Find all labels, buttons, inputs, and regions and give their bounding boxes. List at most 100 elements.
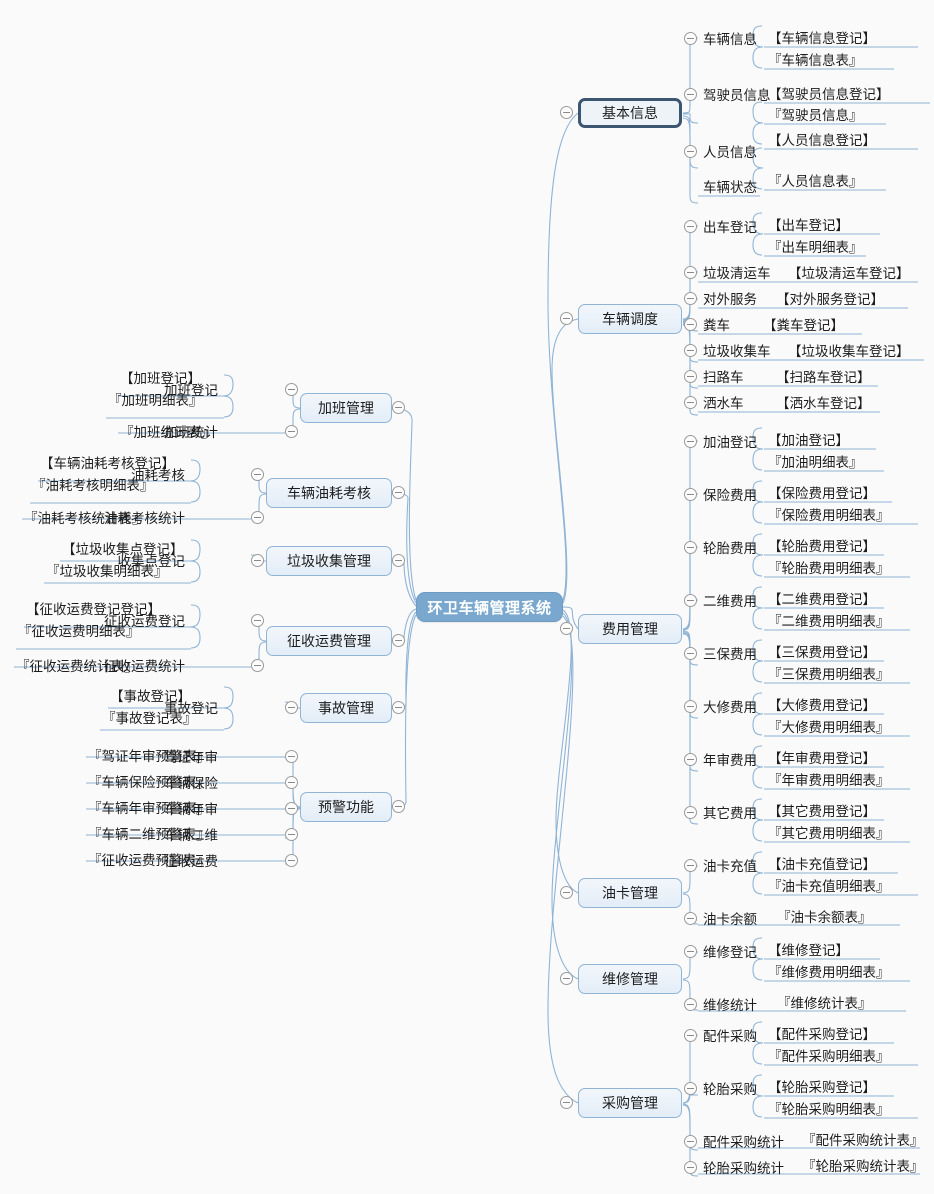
node-轮胎采购统计[interactable]: 轮胎采购统计 [701,1157,786,1177]
leaf-洒水车登记[interactable]: 【洒水车登记】 [774,392,873,412]
branch-车辆调度[interactable]: 车辆调度 [578,304,682,334]
leaf-油卡余额表[interactable]: 『油卡余额表』 [775,906,874,926]
leaf-二维费用明细表[interactable]: 『二维费用明细表』 [766,610,892,630]
toggle-扫路车[interactable] [684,370,697,383]
toggle-轮胎采购统计[interactable] [684,1161,697,1174]
leaf-驾驶员信息[interactable]: 『驾驶员信息』 [766,104,865,124]
toggle-车辆年审[interactable] [285,802,298,815]
leaf-大修费用明细表[interactable]: 『大修费用明细表』 [766,716,892,736]
leaf-三保费用明细表[interactable]: 『三保费用明细表』 [766,663,892,683]
toggle-粪车[interactable] [684,318,697,331]
leaf-事故登记[interactable]: 【事故登记】 [108,685,193,705]
node-二维费用[interactable]: 二维费用 [701,590,759,610]
branch-基本信息[interactable]: 基本信息 [578,98,682,128]
node-大修费用[interactable]: 大修费用 [701,696,759,716]
node-垃圾清运车[interactable]: 垃圾清运车 [701,262,773,282]
toggle-车辆信息[interactable] [684,32,697,45]
leaf-维修登记[interactable]: 【维修登记】 [766,939,851,959]
leaf-轮胎采购统计表[interactable]: 『轮胎采购统计表』 [800,1155,926,1175]
toggle-加油登记[interactable] [684,435,697,448]
leaf-维修费用明细表[interactable]: 『维修费用明细表』 [766,961,892,981]
toggle-二维费用[interactable] [684,594,697,607]
node-垃圾收集车[interactable]: 垃圾收集车 [701,340,773,360]
node-车辆状态[interactable]: 车辆状态 [701,176,759,196]
leaf-保险费用明细表[interactable]: 『保险费用明细表』 [766,504,892,524]
leaf-加班登记[interactable]: 【加班登记】 [118,367,203,387]
node-对外服务[interactable]: 对外服务 [701,288,759,308]
node-保险费用[interactable]: 保险费用 [701,484,759,504]
leaf-轮胎费用明细表[interactable]: 『轮胎费用明细表』 [766,557,892,577]
toggle-事故管理[interactable] [392,701,405,714]
leaf-垃圾收集明细表[interactable]: 『垃圾收集明细表』 [44,560,170,580]
leaf-出车登记[interactable]: 【出车登记】 [766,214,851,234]
leaf-保险费用登记[interactable]: 【保险费用登记】 [766,482,878,502]
toggle-配件采购[interactable] [684,1029,697,1042]
toggle-年审费用[interactable] [684,753,697,766]
node-年审费用[interactable]: 年审费用 [701,749,759,769]
toggle-三保费用[interactable] [684,647,697,660]
leaf-轮胎采购明细表[interactable]: 『轮胎采购明细表』 [766,1098,892,1118]
leaf-征收运费预警表[interactable]: 『征收运费预警表』 [86,849,212,869]
branch-加班管理[interactable]: 加班管理 [300,393,392,423]
toggle-保险费用[interactable] [684,488,697,501]
branch-油卡管理[interactable]: 油卡管理 [578,878,682,908]
toggle-油卡充值[interactable] [684,859,697,872]
branch-采购管理[interactable]: 采购管理 [578,1088,682,1118]
leaf-车辆油耗考核登记[interactable]: 【车辆油耗考核登记】 [38,452,177,472]
toggle-车辆二维[interactable] [285,828,298,841]
node-车辆信息[interactable]: 车辆信息 [701,28,759,48]
toggle-驾证年审[interactable] [285,750,298,763]
leaf-配件采购统计表[interactable]: 『配件采购统计表』 [800,1129,926,1149]
leaf-轮胎费用登记[interactable]: 【轮胎费用登记】 [766,535,878,555]
node-三保费用[interactable]: 三保费用 [701,643,759,663]
toggle-事故登记[interactable] [285,701,298,714]
toggle-垃圾收集车[interactable] [684,344,697,357]
branch-事故管理[interactable]: 事故管理 [300,693,392,723]
toggle-驾驶员信息[interactable] [684,88,697,101]
leaf-垃圾收集车登记[interactable]: 【垃圾收集车登记】 [786,340,912,360]
toggle-垃圾清运车[interactable] [684,266,697,279]
node-配件采购[interactable]: 配件采购 [701,1025,759,1045]
toggle-预警功能[interactable] [392,800,405,813]
toggle-维修统计[interactable] [684,998,697,1011]
leaf-三保费用登记[interactable]: 【三保费用登记】 [766,641,878,661]
toggle-征收运费登记[interactable] [251,614,264,627]
toggle-轮胎费用[interactable] [684,541,697,554]
leaf-车辆信息表[interactable]: 『车辆信息表』 [766,49,865,69]
leaf-加班统计表[interactable]: 『加班统计表』 [118,421,217,441]
node-扫路车[interactable]: 扫路车 [701,366,746,386]
toggle-加班管理[interactable] [392,401,405,414]
toggle-配件采购统计[interactable] [684,1135,697,1148]
leaf-油耗考核统计表[interactable]: 『油耗考核统计表』 [22,507,148,527]
leaf-油卡充值登记[interactable]: 【油卡充值登记】 [766,853,878,873]
leaf-征收运费明细表[interactable]: 『征收运费明细表』 [16,620,142,640]
toggle-油耗考核[interactable] [251,468,264,481]
leaf-二维费用登记[interactable]: 【二维费用登记】 [766,588,878,608]
toggle-采购管理[interactable] [560,1096,573,1109]
node-油卡充值[interactable]: 油卡充值 [701,855,759,875]
leaf-驾驶员信息登记[interactable]: 【驾驶员信息登记】 [766,83,892,103]
leaf-其它费用登记[interactable]: 【其它费用登记】 [766,800,878,820]
leaf-年审费用登记[interactable]: 【年审费用登记】 [766,747,878,767]
leaf-加油登记[interactable]: 【加油登记】 [766,429,851,449]
toggle-加班统计[interactable] [285,425,298,438]
toggle-其它费用[interactable] [684,806,697,819]
leaf-轮胎采购登记[interactable]: 【轮胎采购登记】 [766,1076,878,1096]
leaf-大修费用登记[interactable]: 【大修费用登记】 [766,694,878,714]
node-轮胎采购[interactable]: 轮胎采购 [701,1078,759,1098]
node-加油登记[interactable]: 加油登记 [701,431,759,451]
node-驾驶员信息[interactable]: 驾驶员信息 [701,84,773,104]
branch-费用管理[interactable]: 费用管理 [578,614,682,644]
leaf-年审费用明细表[interactable]: 『年审费用明细表』 [766,769,892,789]
leaf-加班明细表[interactable]: 『加班明细表』 [106,389,205,409]
leaf-配件采购明细表[interactable]: 『配件采购明细表』 [766,1045,892,1065]
toggle-加班登记[interactable] [285,383,298,396]
toggle-征收运费统计[interactable] [251,659,264,672]
leaf-油卡充值明细表[interactable]: 『油卡充值明细表』 [766,875,892,895]
root-node[interactable]: 环卫车辆管理系统 [416,592,563,622]
toggle-对外服务[interactable] [684,292,697,305]
node-出车登记[interactable]: 出车登记 [701,216,759,236]
leaf-征收运费登记登记[interactable]: 【征收运费登记登记】 [24,598,163,618]
toggle-垃圾收集管理[interactable] [392,554,405,567]
leaf-加油明细表[interactable]: 『加油明细表』 [766,451,865,471]
